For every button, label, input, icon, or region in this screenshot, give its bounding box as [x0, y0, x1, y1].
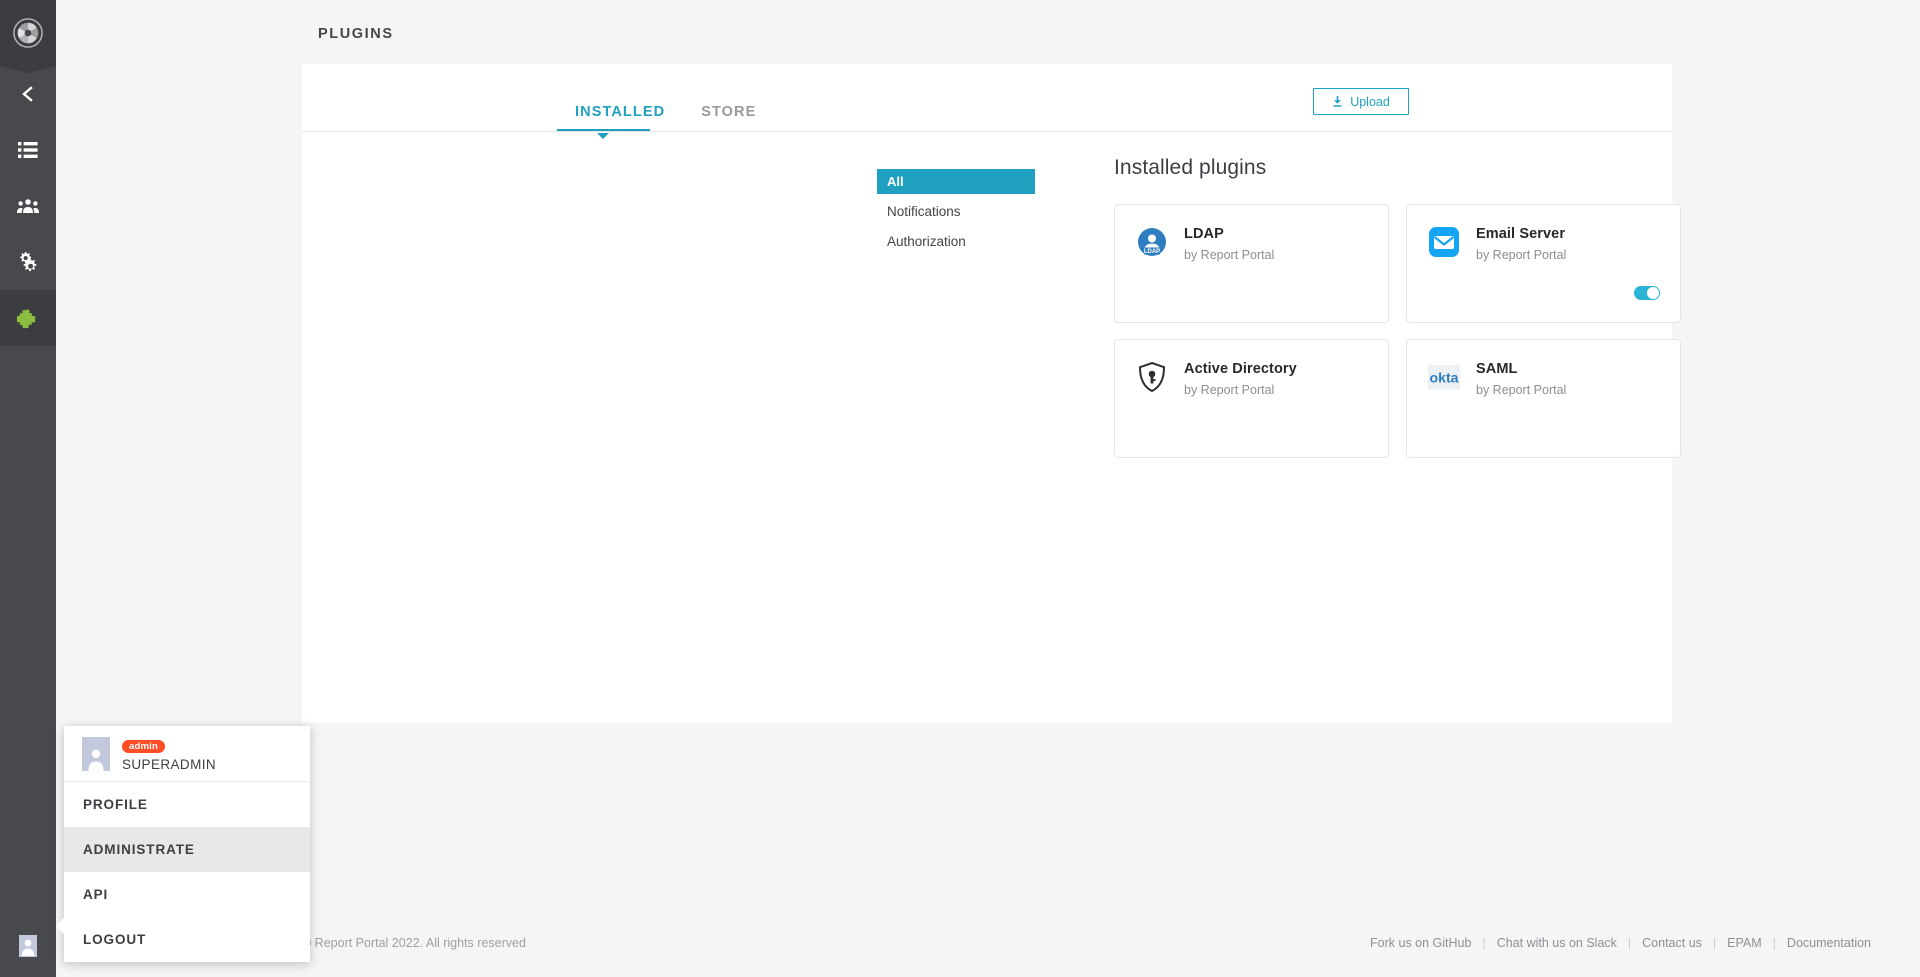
sidebar-item-projects[interactable]: [0, 122, 56, 178]
plugin-card-saml[interactable]: okta SAML by Report Portal: [1406, 339, 1681, 458]
dropdown-caret-icon: [56, 917, 65, 935]
footer-links: Fork us on GitHub | Chat with us on Slac…: [1359, 936, 1882, 950]
header-divider: [302, 131, 1672, 132]
plugin-name: Active Directory: [1184, 361, 1297, 377]
footer-link-slack[interactable]: Chat with us on Slack: [1486, 936, 1628, 950]
main-content-card: INSTALLED STORE Upload All Notifications…: [302, 64, 1672, 723]
upload-button-label: Upload: [1350, 95, 1390, 109]
footer-copyright: © Report Portal 2022. All rights reserve…: [302, 936, 526, 950]
shield-key-icon: [1136, 361, 1168, 393]
plugins-area: Installed plugins LDAP LDAP by Report Po…: [1114, 156, 1694, 458]
download-arrow-icon: [1332, 96, 1343, 108]
menu-item-profile[interactable]: PROFILE: [64, 782, 310, 827]
svg-text:okta: okta: [1429, 370, 1458, 386]
menu-item-administrate[interactable]: ADMINISTRATE: [64, 827, 310, 872]
active-tab-caret-icon: [597, 133, 609, 139]
page-title: PLUGINS: [318, 26, 394, 42]
plugin-card-email-server[interactable]: Email Server by Report Portal: [1406, 204, 1681, 323]
sidebar-user-avatar[interactable]: [0, 915, 56, 977]
filter-item-notifications[interactable]: Notifications: [877, 199, 1035, 224]
plugin-name: SAML: [1476, 361, 1566, 377]
email-envelope-icon: [1428, 226, 1460, 258]
plugin-info-ldap: LDAP by Report Portal: [1184, 226, 1274, 322]
plugin-info-email-server: Email Server by Report Portal: [1476, 226, 1566, 322]
plugins-grid: LDAP LDAP by Report Portal: [1114, 204, 1694, 458]
left-sidebar: [0, 0, 56, 977]
filter-item-authorization[interactable]: Authorization: [877, 229, 1035, 254]
list-icon: [18, 141, 38, 159]
menu-item-logout[interactable]: LOGOUT: [64, 917, 310, 962]
dropdown-user-header: admin SUPERADMIN: [64, 726, 310, 782]
tab-installed[interactable]: INSTALLED: [557, 104, 683, 131]
report-portal-logo-icon: [13, 18, 43, 48]
footer-link-documentation[interactable]: Documentation: [1776, 936, 1882, 950]
plugin-info-saml: SAML by Report Portal: [1476, 361, 1566, 457]
plugin-author: by Report Portal: [1184, 248, 1274, 262]
tab-store[interactable]: STORE: [683, 104, 774, 131]
footer-link-contact[interactable]: Contact us: [1631, 936, 1713, 950]
plugin-name: LDAP: [1184, 226, 1274, 242]
sidebar-item-users[interactable]: [0, 178, 56, 234]
sidebar-item-settings[interactable]: [0, 234, 56, 290]
installed-plugins-heading: Installed plugins: [1114, 156, 1694, 180]
plugin-info-active-directory: Active Directory by Report Portal: [1184, 361, 1297, 457]
svg-text:LDAP: LDAP: [1144, 249, 1160, 255]
user-avatar-icon: [19, 935, 37, 957]
dropdown-user-info: admin SUPERADMIN: [122, 736, 216, 772]
ldap-person-icon: LDAP: [1136, 226, 1168, 258]
users-icon: [17, 198, 39, 214]
upload-button[interactable]: Upload: [1313, 88, 1409, 115]
plugin-filter-list: All Notifications Authorization: [877, 169, 1035, 254]
puzzle-piece-icon: [17, 307, 39, 329]
plugin-card-ldap[interactable]: LDAP LDAP by Report Portal: [1114, 204, 1389, 323]
tabs-row: INSTALLED STORE Upload: [302, 64, 1672, 131]
gears-icon: [17, 251, 39, 273]
plugin-name: Email Server: [1476, 226, 1566, 242]
plugin-card-active-directory[interactable]: Active Directory by Report Portal: [1114, 339, 1389, 458]
footer-link-epam[interactable]: EPAM: [1716, 936, 1773, 950]
plugin-author: by Report Portal: [1476, 248, 1566, 262]
plugin-enable-toggle[interactable]: [1634, 286, 1660, 300]
avatar: [82, 737, 110, 771]
plugin-author: by Report Portal: [1476, 383, 1566, 397]
user-menu-dropdown: admin SUPERADMIN PROFILE ADMINISTRATE AP…: [64, 726, 310, 962]
footer-link-github[interactable]: Fork us on GitHub: [1359, 936, 1482, 950]
okta-logo-icon: okta: [1428, 361, 1460, 393]
chevron-left-icon: [19, 85, 37, 103]
sidebar-item-plugins[interactable]: [0, 290, 56, 346]
plugin-author: by Report Portal: [1184, 383, 1297, 397]
app-logo[interactable]: [0, 0, 56, 66]
admin-badge: admin: [122, 740, 165, 753]
sidebar-item-collapse[interactable]: [0, 66, 56, 122]
username-label: SUPERADMIN: [122, 757, 216, 772]
filter-item-all[interactable]: All: [877, 169, 1035, 194]
menu-item-api[interactable]: API: [64, 872, 310, 917]
tab-list: INSTALLED STORE: [557, 104, 774, 131]
